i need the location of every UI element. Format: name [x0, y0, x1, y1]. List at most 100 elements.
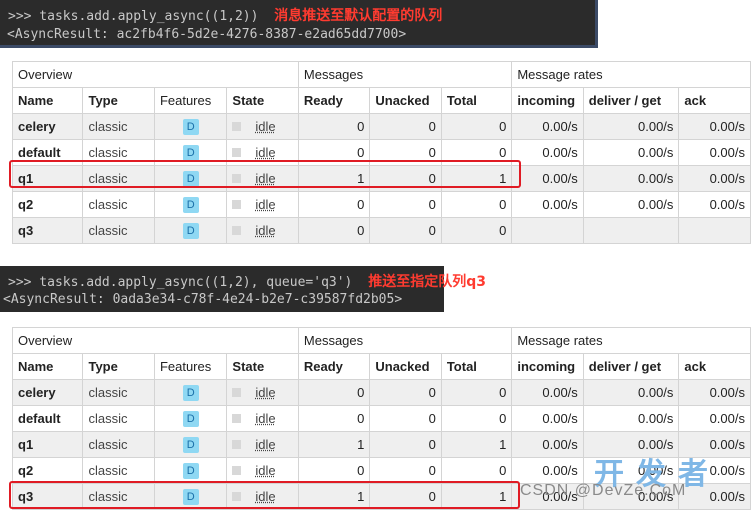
ready-count: 0 [297, 405, 371, 432]
col-name[interactable]: Name [11, 353, 84, 380]
state-icon [232, 226, 242, 235]
col-ack[interactable]: ack [678, 353, 751, 380]
state-icon [232, 440, 242, 449]
queue-state: idle [255, 437, 276, 452]
col-type[interactable]: Type [82, 87, 155, 114]
queues-table: Overview Messages Message rates Name Typ… [11, 61, 751, 244]
incoming-rate: 0.00/s [511, 457, 584, 484]
queue-type: classic [82, 431, 155, 458]
col-ready[interactable]: Ready [297, 353, 371, 380]
total-count: 0 [440, 379, 513, 406]
incoming-rate: 0.00/s [511, 139, 584, 166]
total-count: 0 [440, 191, 513, 218]
col-type[interactable]: Type [82, 353, 155, 380]
queue-type: classic [82, 457, 155, 484]
queue-state: idle [255, 463, 276, 478]
queue-name-link[interactable]: q1 [11, 431, 84, 458]
ack-rate: 0.00/s [678, 139, 751, 166]
col-unacked[interactable]: Unacked [369, 353, 442, 380]
highlight-q3-row [9, 481, 520, 509]
state-icon [232, 122, 242, 131]
state-icon [232, 414, 242, 423]
incoming-rate [511, 217, 584, 244]
queue-type: classic [82, 405, 155, 432]
durable-badge: D [182, 411, 199, 427]
ready-count: 0 [297, 113, 371, 140]
queues-panel-before: Overview Messages Message rates Name Typ… [11, 61, 751, 244]
queue-name-link[interactable]: q2 [11, 191, 84, 218]
annotation-note: 推送至指定队列q3 [368, 274, 486, 290]
durable-badge: D [182, 385, 199, 401]
col-features: Features [153, 87, 228, 114]
ack-rate: 0.00/s [678, 405, 751, 432]
queue-state: idle [255, 385, 276, 400]
total-count: 0 [440, 457, 513, 484]
table-row: q2 classic D idle 0 0 0 0.00/s 0.00/s 0.… [11, 191, 751, 218]
queue-type: classic [82, 113, 155, 140]
queue-name-link[interactable]: q2 [11, 457, 84, 484]
col-state[interactable]: State [226, 353, 299, 380]
ready-count: 0 [297, 191, 371, 218]
deliver-get-rate [582, 217, 680, 244]
col-state[interactable]: State [226, 87, 299, 114]
table-row: celery classic D idle 0 0 0 0.00/s 0.00/… [11, 113, 751, 140]
col-unacked[interactable]: Unacked [369, 87, 442, 114]
deliver-get-rate: 0.00/s [582, 113, 680, 140]
highlight-q1-row [9, 160, 521, 188]
ack-rate: 0.00/s [678, 113, 751, 140]
console-output-default: >>> tasks.add.apply_async((1,2)) 消息推送至默认… [0, 0, 598, 48]
col-deliver-get[interactable]: deliver / get [582, 87, 680, 114]
table-row: q3 classic D idle 0 0 0 [11, 217, 751, 244]
total-count: 1 [440, 431, 513, 458]
queue-state: idle [255, 223, 276, 238]
annotation-note: 消息推送至默认配置的队列 [274, 8, 443, 24]
col-total[interactable]: Total [440, 353, 513, 380]
unacked-count: 0 [369, 379, 442, 406]
durable-badge: D [182, 145, 199, 161]
queue-type: classic [82, 379, 155, 406]
col-deliver-get[interactable]: deliver / get [582, 353, 680, 380]
col-ready[interactable]: Ready [297, 87, 371, 114]
col-features: Features [153, 353, 228, 380]
queue-name-link[interactable]: celery [11, 379, 84, 406]
durable-badge: D [182, 463, 199, 479]
group-overview: Overview [12, 61, 299, 88]
console-command: >>> tasks.add.apply_async((1,2)) [8, 9, 259, 24]
queue-name-link[interactable]: celery [11, 113, 84, 140]
ack-rate: 0.00/s [678, 191, 751, 218]
unacked-count: 0 [369, 405, 442, 432]
group-message-rates: Message rates [511, 61, 751, 88]
unacked-count: 0 [369, 113, 442, 140]
col-total[interactable]: Total [440, 87, 513, 114]
deliver-get-rate: 0.00/s [582, 191, 680, 218]
queue-type: classic [82, 191, 155, 218]
unacked-count: 0 [369, 217, 442, 244]
durable-badge: D [182, 437, 199, 453]
durable-badge: D [182, 119, 199, 135]
queue-name-link[interactable]: q3 [11, 217, 84, 244]
deliver-get-rate: 0.00/s [582, 379, 680, 406]
state-icon [232, 200, 242, 209]
durable-badge: D [182, 197, 199, 213]
state-icon [232, 388, 242, 397]
queue-state: idle [255, 411, 276, 426]
queue-type: classic [82, 217, 155, 244]
queue-name-link[interactable]: default [11, 405, 84, 432]
col-incoming[interactable]: incoming [511, 87, 584, 114]
group-messages: Messages [297, 61, 513, 88]
console-command: >>> tasks.add.apply_async((1,2), queue='… [8, 275, 353, 290]
col-ack[interactable]: ack [678, 87, 751, 114]
state-icon [232, 466, 242, 475]
ready-count: 0 [297, 457, 371, 484]
group-message-rates: Message rates [511, 327, 751, 354]
console-output-q3: >>> tasks.add.apply_async((1,2), queue='… [0, 266, 486, 312]
unacked-count: 0 [369, 431, 442, 458]
col-incoming[interactable]: incoming [511, 353, 584, 380]
table-row: default classic D idle 0 0 0 0.00/s 0.00… [11, 405, 751, 432]
deliver-get-rate: 0.00/s [582, 405, 680, 432]
group-overview: Overview [12, 327, 299, 354]
ack-rate [678, 217, 751, 244]
ready-count: 0 [297, 217, 371, 244]
col-name[interactable]: Name [11, 87, 84, 114]
watermark-text: CSDN @DevZe.CoM [520, 482, 687, 499]
